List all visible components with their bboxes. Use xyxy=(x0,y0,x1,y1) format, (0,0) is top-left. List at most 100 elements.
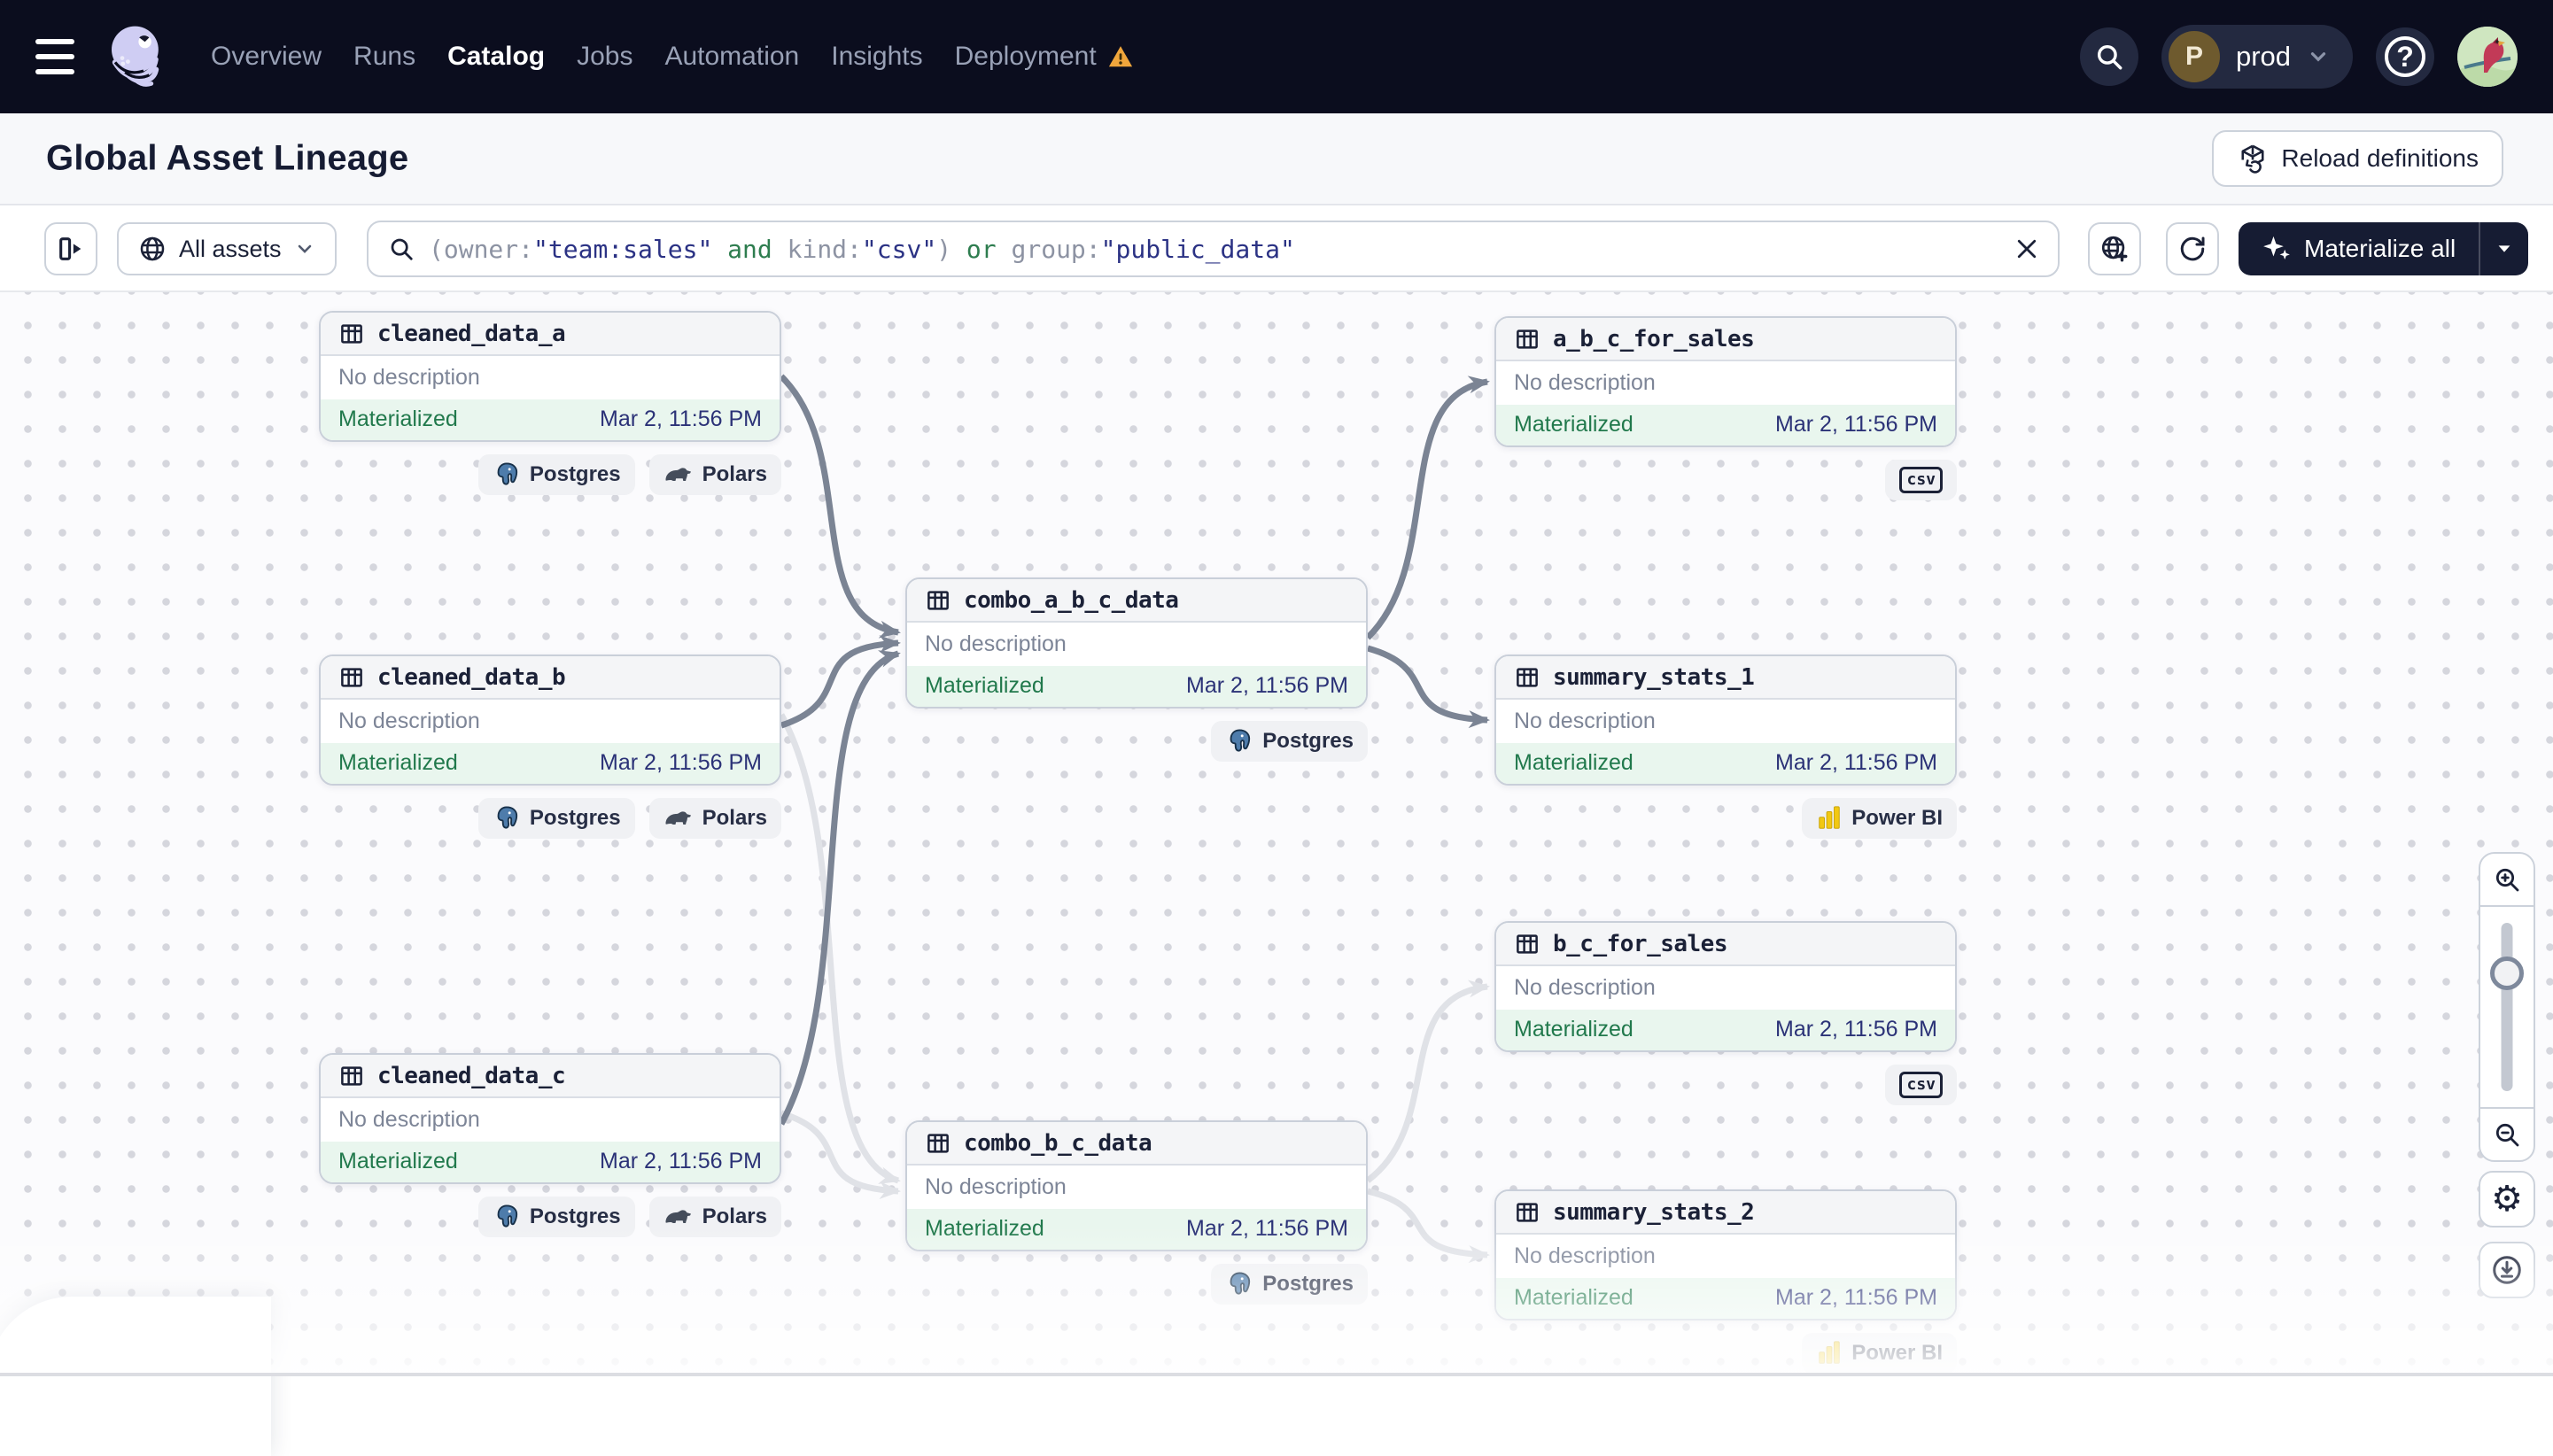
asset-tag-postgres[interactable]: Postgres xyxy=(478,1197,635,1237)
asset-tag-postgres[interactable]: Postgres xyxy=(478,798,635,839)
refresh-button[interactable] xyxy=(2166,222,2219,275)
asset-status-row: MaterializedMar 2, 11:56 PM xyxy=(321,743,780,784)
zoom-in-button[interactable] xyxy=(2480,854,2534,905)
asset-card[interactable]: combo_b_c_dataNo descriptionMaterialized… xyxy=(905,1120,1368,1251)
query-token: and xyxy=(712,235,787,264)
environment-switcher[interactable]: P prod xyxy=(2161,25,2353,89)
warning-icon xyxy=(1107,43,1134,70)
bottom-divider xyxy=(0,1373,2553,1376)
clear-search-icon[interactable] xyxy=(2014,236,2040,262)
zoom-slider[interactable] xyxy=(2480,905,2534,1109)
zoom-out-button[interactable] xyxy=(2480,1109,2534,1160)
asset-search-input[interactable]: (owner:"team:sales" and kind:"csv") or g… xyxy=(367,221,2060,277)
asset-card[interactable]: cleaned_data_cNo descriptionMaterialized… xyxy=(319,1053,781,1184)
asset-description: No description xyxy=(1496,361,1955,404)
nav-item-catalog[interactable]: Catalog xyxy=(447,42,545,72)
asset-name: summary_stats_2 xyxy=(1553,1199,1754,1226)
nav-item-insights[interactable]: Insights xyxy=(831,42,922,72)
nav-item-label: Deployment xyxy=(955,42,1097,72)
asset-name: a_b_c_for_sales xyxy=(1553,326,1754,352)
asset-tag-power-bi[interactable]: Power BI xyxy=(1802,1333,1957,1374)
asset-node-cleaned_data_b[interactable]: cleaned_data_bNo descriptionMaterialized… xyxy=(319,654,781,786)
materialization-timestamp: Mar 2, 11:56 PM xyxy=(600,1149,762,1174)
materialize-options-button[interactable] xyxy=(2479,222,2528,275)
asset-tags: csv xyxy=(1885,460,1957,500)
asset-description: No description xyxy=(1496,1235,1955,1277)
asset-node-header: cleaned_data_c xyxy=(321,1055,780,1098)
asset-name: combo_a_b_c_data xyxy=(964,587,1178,614)
asset-node-summary_stats_1[interactable]: summary_stats_1No descriptionMaterialize… xyxy=(1494,654,1957,786)
asset-tag-polars[interactable]: Polars xyxy=(649,454,781,495)
table-icon xyxy=(338,321,365,347)
materialize-all-button[interactable]: Materialize all xyxy=(2239,222,2528,275)
asset-node-combo_a_b_c_data[interactable]: combo_a_b_c_dataNo descriptionMaterializ… xyxy=(905,577,1368,709)
asset-node-a_b_c_for_sales[interactable]: a_b_c_for_salesNo descriptionMaterialize… xyxy=(1494,316,1957,447)
asset-node-cleaned_data_c[interactable]: cleaned_data_cNo descriptionMaterialized… xyxy=(319,1053,781,1184)
materialization-timestamp: Mar 2, 11:56 PM xyxy=(1775,412,1937,438)
asset-tags: Power BI xyxy=(1802,1333,1957,1374)
menu-icon[interactable] xyxy=(35,39,78,74)
caret-down-icon xyxy=(2495,239,2514,259)
query-token: group: xyxy=(1012,235,1101,264)
search-icon[interactable] xyxy=(2080,27,2138,86)
powerbi-icon xyxy=(1816,805,1843,832)
asset-tag-postgres[interactable]: Postgres xyxy=(1211,1264,1368,1305)
nav-item-jobs[interactable]: Jobs xyxy=(577,42,632,72)
asset-node-header: a_b_c_for_sales xyxy=(1496,318,1955,361)
gear-icon: ⚙ xyxy=(2491,1181,2523,1217)
download-icon xyxy=(2490,1253,2524,1287)
asset-tag-polars[interactable]: Polars xyxy=(649,798,781,839)
help-icon[interactable]: ? xyxy=(2376,27,2434,86)
materialization-timestamp: Mar 2, 11:56 PM xyxy=(600,407,762,432)
asset-tag-csv[interactable]: csv xyxy=(1885,1065,1957,1105)
asset-description: No description xyxy=(907,1166,1366,1208)
asset-description: No description xyxy=(321,700,780,742)
asset-node-summary_stats_2[interactable]: summary_stats_2No descriptionMaterialize… xyxy=(1494,1189,1957,1320)
asset-node-combo_b_c_data[interactable]: combo_b_c_dataNo descriptionMaterialized… xyxy=(905,1120,1368,1251)
asset-tags: Postgres Polars xyxy=(478,798,781,839)
graph-settings-button[interactable]: ⚙ xyxy=(2479,1171,2535,1228)
lineage-edge-combo_a_b_c_data-to-summary_stats_1 xyxy=(1368,648,1487,720)
open-panel-button[interactable] xyxy=(44,222,97,275)
zoom-slider-thumb[interactable] xyxy=(2490,956,2524,990)
asset-tag-label: Polars xyxy=(702,806,767,831)
nav-item-deployment[interactable]: Deployment xyxy=(955,42,1134,72)
polars-icon xyxy=(663,1206,694,1228)
asset-card[interactable]: combo_a_b_c_dataNo descriptionMaterializ… xyxy=(905,577,1368,709)
download-image-button[interactable] xyxy=(2479,1242,2535,1298)
asset-scope-dropdown[interactable]: All assets xyxy=(117,222,337,275)
nav-item-overview[interactable]: Overview xyxy=(211,42,322,72)
asset-tag-label: Postgres xyxy=(530,462,621,487)
asset-card[interactable]: cleaned_data_bNo descriptionMaterialized… xyxy=(319,654,781,786)
asset-node-cleaned_data_a[interactable]: cleaned_data_aNo descriptionMaterialized… xyxy=(319,311,781,442)
globe-plus-icon xyxy=(2099,234,2130,264)
asset-tag-postgres[interactable]: Postgres xyxy=(1211,721,1368,762)
asset-tag-csv[interactable]: csv xyxy=(1885,460,1957,500)
asset-card[interactable]: cleaned_data_aNo descriptionMaterialized… xyxy=(319,311,781,442)
asset-card[interactable]: b_c_for_salesNo descriptionMaterializedM… xyxy=(1494,921,1957,1052)
asset-card[interactable]: a_b_c_for_salesNo descriptionMaterialize… xyxy=(1494,316,1957,447)
reload-definitions-button[interactable]: Reload definitions xyxy=(2212,130,2503,187)
asset-name: combo_b_c_data xyxy=(964,1130,1152,1157)
asset-node-b_c_for_sales[interactable]: b_c_for_salesNo descriptionMaterializedM… xyxy=(1494,921,1957,1052)
asset-card[interactable]: summary_stats_2No descriptionMaterialize… xyxy=(1494,1189,1957,1320)
table-icon xyxy=(1514,931,1540,957)
polars-icon xyxy=(663,808,694,829)
nav-item-runs[interactable]: Runs xyxy=(353,42,415,72)
nav-item-automation[interactable]: Automation xyxy=(664,42,799,72)
lineage-canvas[interactable]: cleaned_data_aNo descriptionMaterialized… xyxy=(0,292,2553,1376)
asset-tags: Postgres xyxy=(1211,721,1368,762)
nav-links: Overview Runs Catalog Jobs Automation Insight… xyxy=(211,42,1134,72)
asset-tag-polars[interactable]: Polars xyxy=(649,1197,781,1237)
asset-description: No description xyxy=(907,623,1366,665)
nav-item-label: Automation xyxy=(664,42,799,72)
dagster-logo-icon[interactable] xyxy=(101,19,172,95)
asset-description: No description xyxy=(1496,966,1955,1009)
user-avatar[interactable] xyxy=(2457,27,2518,87)
new-tab-globe-button[interactable] xyxy=(2088,222,2141,275)
materialization-timestamp: Mar 2, 11:56 PM xyxy=(1775,750,1937,776)
asset-card[interactable]: summary_stats_1No descriptionMaterialize… xyxy=(1494,654,1957,786)
asset-tag-label: Polars xyxy=(702,1204,767,1229)
asset-tag-power-bi[interactable]: Power BI xyxy=(1802,798,1957,839)
asset-tag-postgres[interactable]: Postgres xyxy=(478,454,635,495)
